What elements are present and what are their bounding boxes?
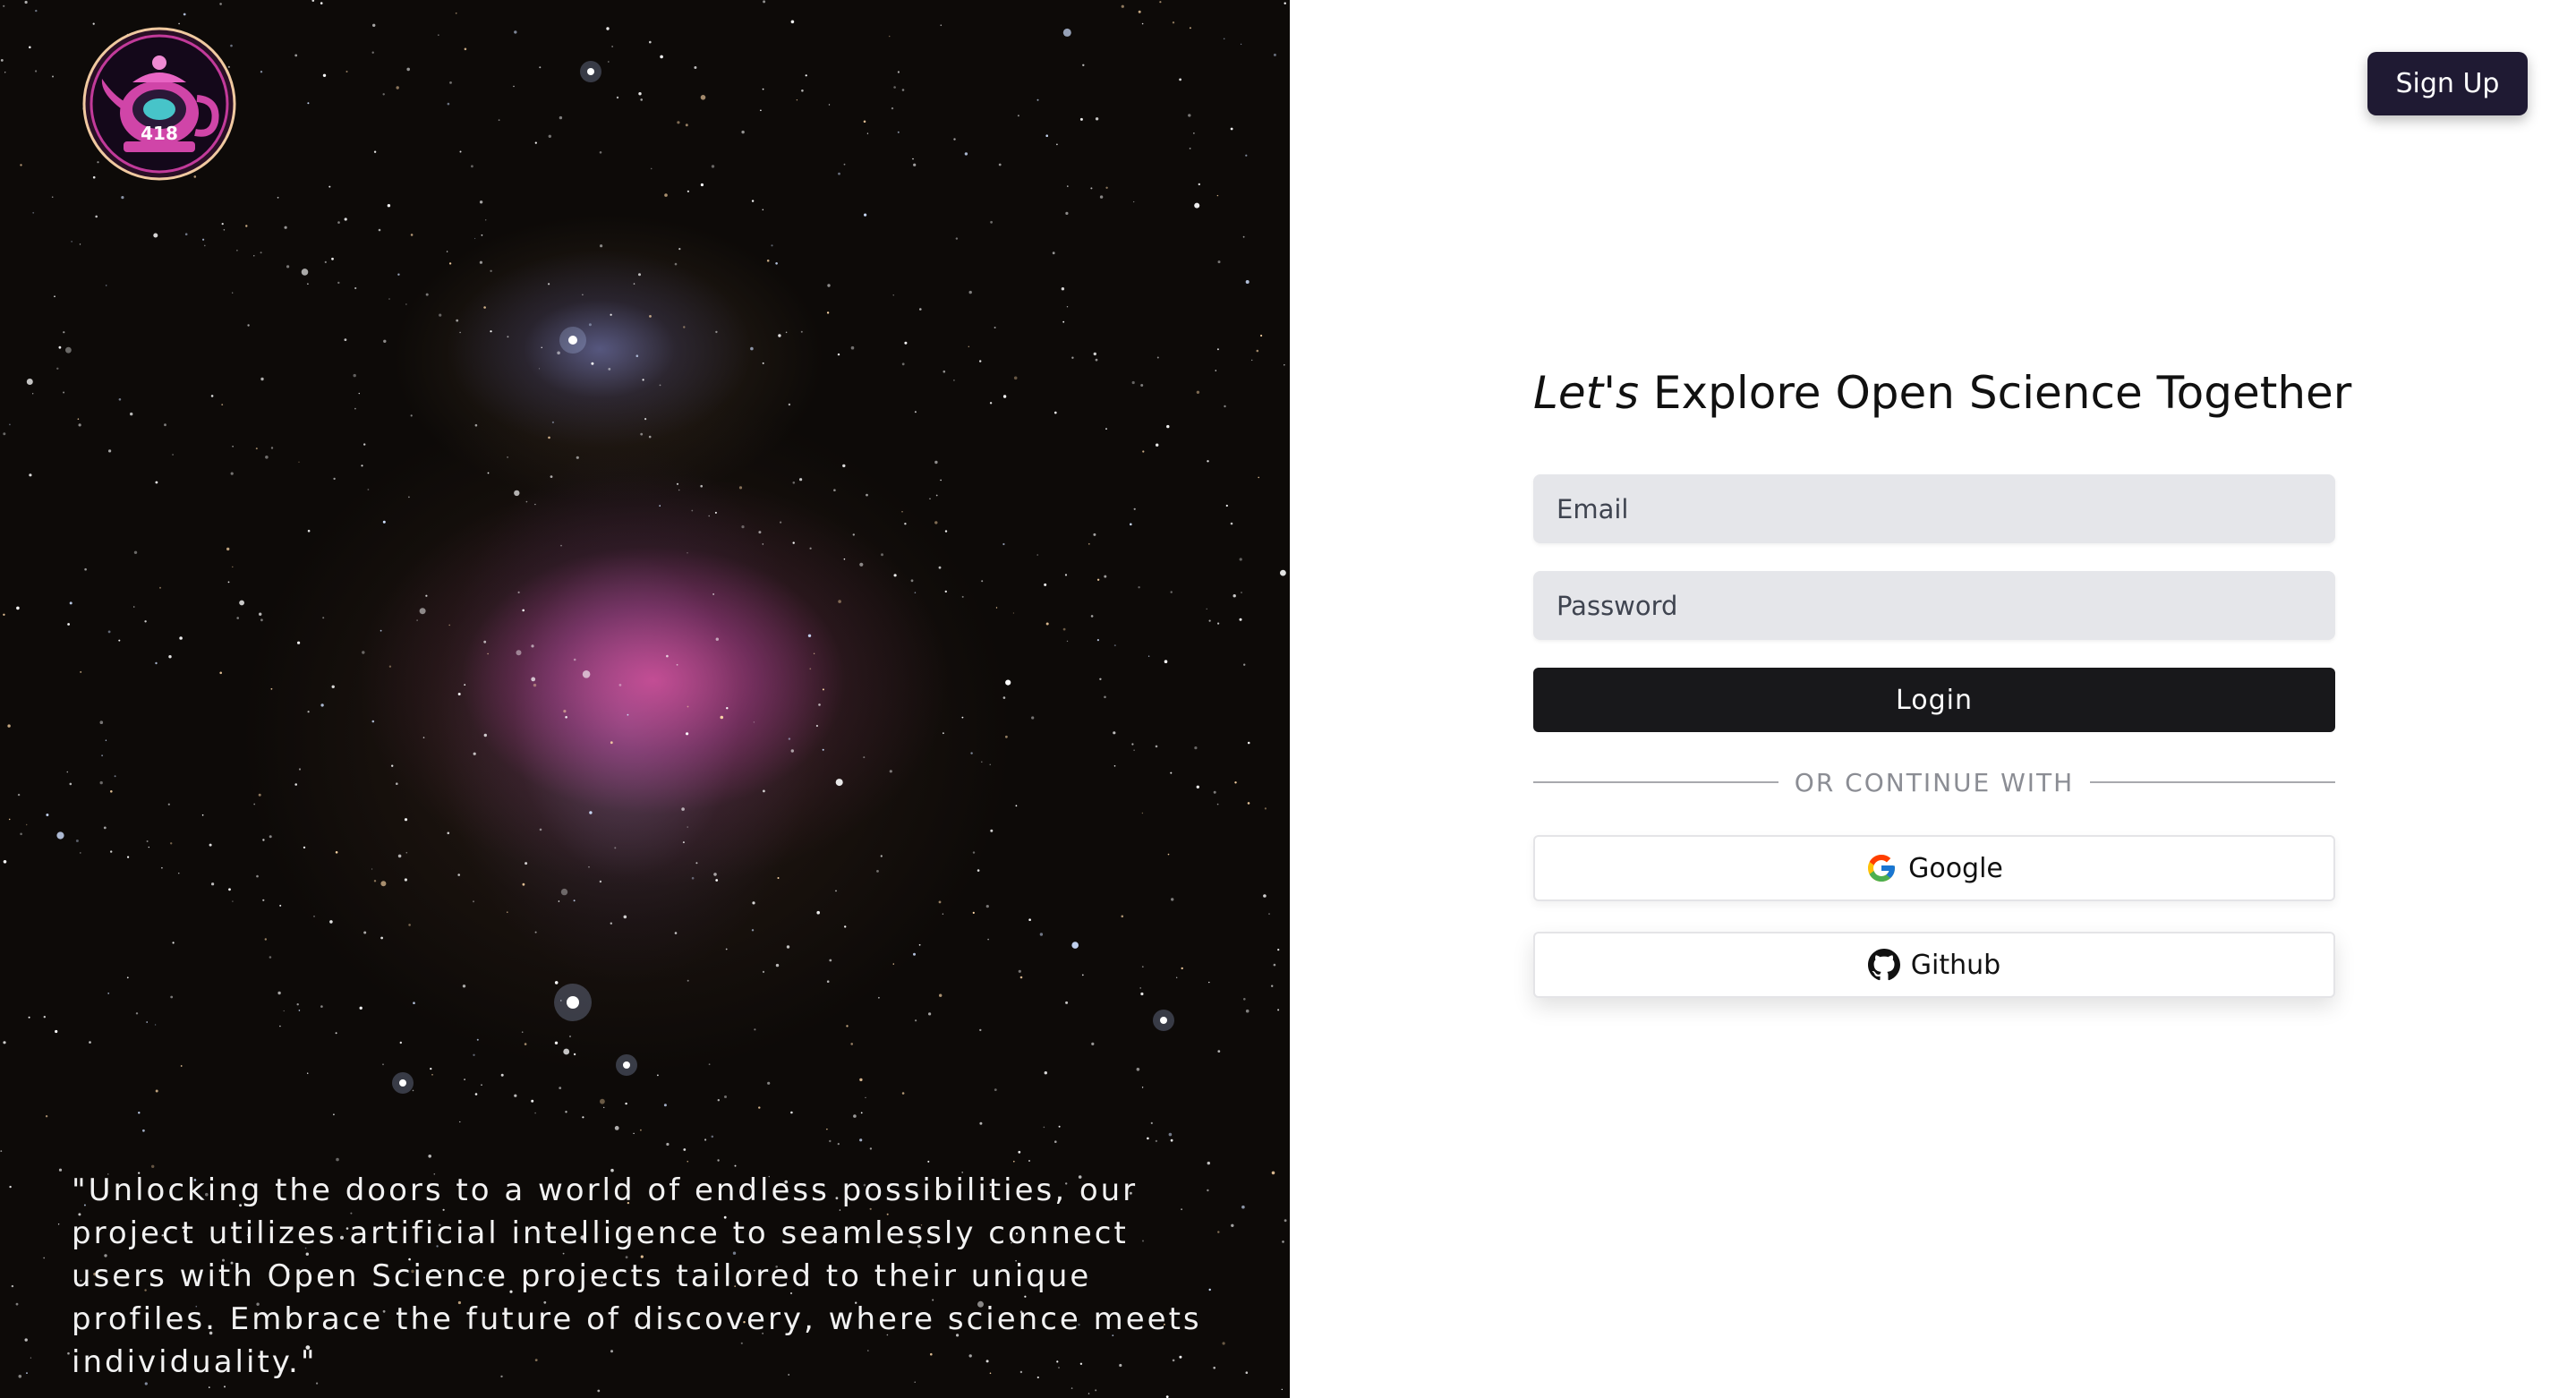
divider-line-left [1533, 781, 1778, 783]
password-field[interactable] [1533, 571, 2335, 640]
divider-label: OR CONTINUE WITH [1794, 767, 2075, 797]
google-login-button[interactable]: Google [1533, 835, 2335, 901]
divider-line-right [2090, 781, 2335, 783]
github-icon [1867, 949, 1900, 981]
page-title: Let's Explore Open Science Together [1533, 367, 2351, 419]
google-button-label: Google [1908, 852, 2003, 884]
auth-panel: Sign Up Let's Explore Open Science Toget… [1290, 0, 2576, 1398]
google-icon [1868, 855, 1896, 882]
email-field[interactable] [1533, 474, 2335, 543]
logo-text: 418 [141, 123, 178, 144]
headline-text: Explore Open Science Together [1639, 367, 2352, 419]
sign-up-button[interactable]: Sign Up [2367, 52, 2528, 115]
login-button[interactable]: Login [1533, 668, 2335, 732]
login-page: 418 "Unlocking the doors to a world of e… [0, 0, 2576, 1398]
github-button-label: Github [1910, 949, 2001, 981]
hero-panel: 418 "Unlocking the doors to a world of e… [0, 0, 1290, 1398]
hero-quote: "Unlocking the doors to a world of endle… [72, 1172, 1202, 1380]
teapot-logo-icon: 418 [82, 27, 236, 181]
github-login-button[interactable]: Github [1533, 932, 2335, 998]
or-continue-divider: OR CONTINUE WITH [1533, 763, 2335, 802]
headline-emphasis: Let's [1533, 367, 1640, 419]
